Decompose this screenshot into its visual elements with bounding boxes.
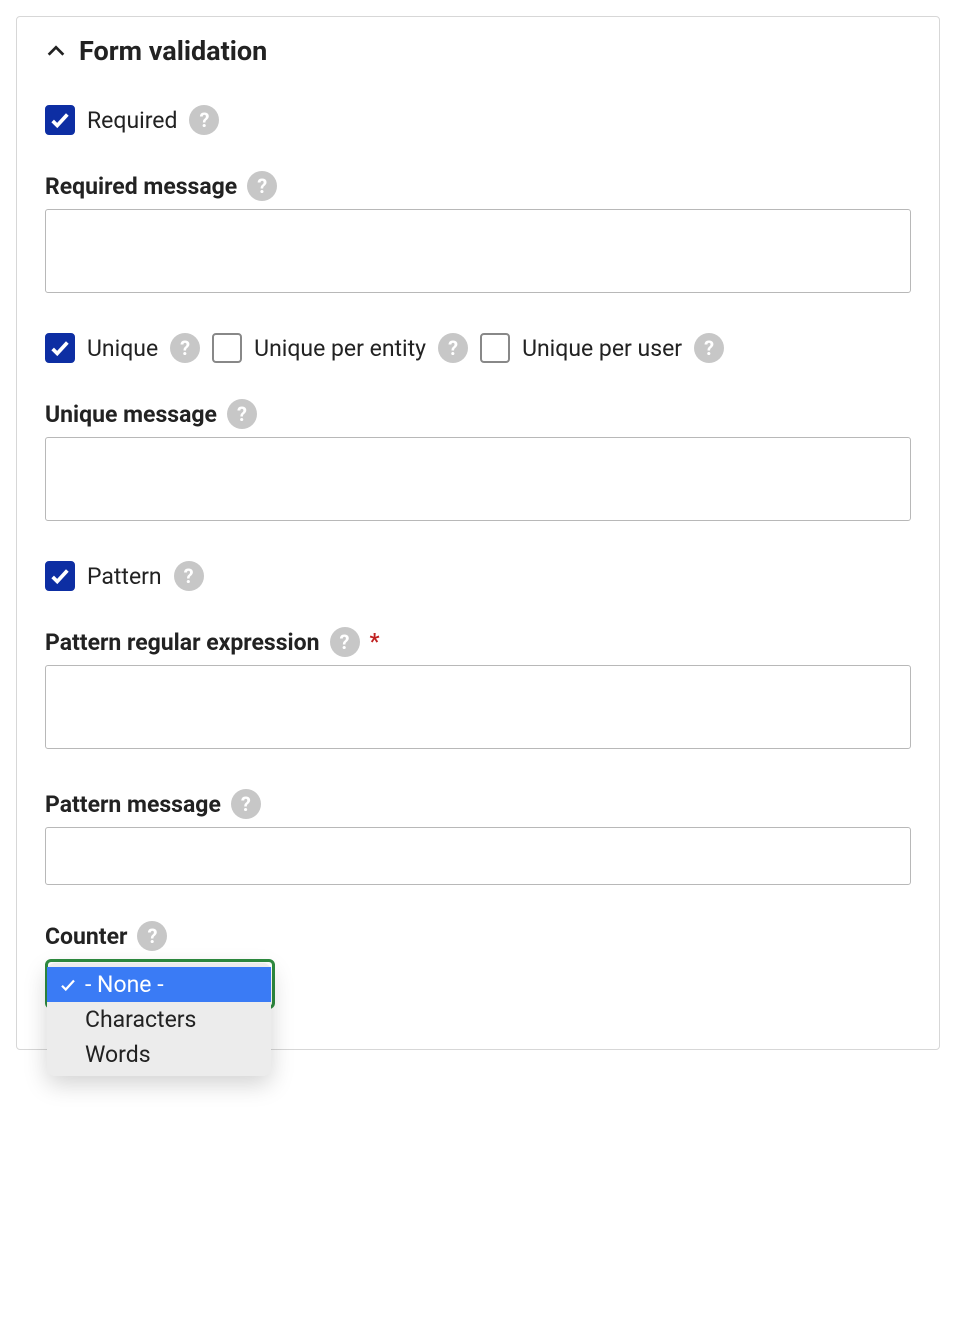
counter-option-label: Characters (85, 1006, 196, 1033)
unique-checkbox[interactable] (45, 333, 75, 363)
pattern-message-label: Pattern message (45, 791, 221, 818)
unique-per-entity-checkbox[interactable] (212, 333, 242, 363)
required-message-input[interactable] (45, 209, 911, 293)
required-label: Required (87, 107, 177, 134)
counter-option-characters[interactable]: Characters (47, 1002, 271, 1037)
form-validation-panel: Form validation Required ? Required mess… (16, 16, 940, 1050)
panel-header[interactable]: Form validation (45, 35, 911, 67)
pattern-label: Pattern (87, 563, 162, 590)
panel-title: Form validation (79, 35, 267, 67)
pattern-regex-label: Pattern regular expression (45, 629, 320, 656)
unique-per-user-checkbox[interactable] (480, 333, 510, 363)
counter-option-words[interactable]: Words (47, 1037, 271, 1072)
counter-dropdown: - None - Characters Words (47, 963, 271, 1076)
required-asterisk-icon: * (370, 630, 380, 655)
unique-message-help-icon[interactable]: ? (227, 399, 257, 429)
pattern-regex-label-row: Pattern regular expression ? * (45, 627, 911, 657)
unique-message-label-row: Unique message ? (45, 399, 911, 429)
pattern-checkbox[interactable] (45, 561, 75, 591)
unique-help-icon[interactable]: ? (170, 333, 200, 363)
chevron-up-icon (45, 40, 67, 62)
unique-per-entity-label: Unique per entity (254, 335, 426, 362)
required-help-icon[interactable]: ? (189, 105, 219, 135)
pattern-help-icon[interactable]: ? (174, 561, 204, 591)
pattern-message-label-row: Pattern message ? (45, 789, 911, 819)
unique-message-label: Unique message (45, 401, 217, 428)
unique-message-input[interactable] (45, 437, 911, 521)
pattern-regex-help-icon[interactable]: ? (330, 627, 360, 657)
counter-label-row: Counter ? (45, 921, 911, 951)
unique-label: Unique (87, 335, 158, 362)
unique-per-entity-help-icon[interactable]: ? (438, 333, 468, 363)
check-icon (57, 976, 79, 994)
required-message-label-row: Required message ? (45, 171, 911, 201)
counter-option-none[interactable]: - None - (47, 967, 271, 1002)
counter-help-icon[interactable]: ? (137, 921, 167, 951)
counter-select-wrap: - None - Characters Words (45, 959, 275, 1009)
counter-label: Counter (45, 923, 127, 950)
counter-option-label: - None - (85, 971, 164, 998)
pattern-regex-input[interactable] (45, 665, 911, 749)
required-checkbox[interactable] (45, 105, 75, 135)
counter-option-label: Words (85, 1041, 151, 1068)
unique-per-user-label: Unique per user (522, 335, 682, 362)
unique-per-user-help-icon[interactable]: ? (694, 333, 724, 363)
required-message-label: Required message (45, 173, 237, 200)
pattern-message-help-icon[interactable]: ? (231, 789, 261, 819)
pattern-message-input[interactable] (45, 827, 911, 885)
required-message-help-icon[interactable]: ? (247, 171, 277, 201)
